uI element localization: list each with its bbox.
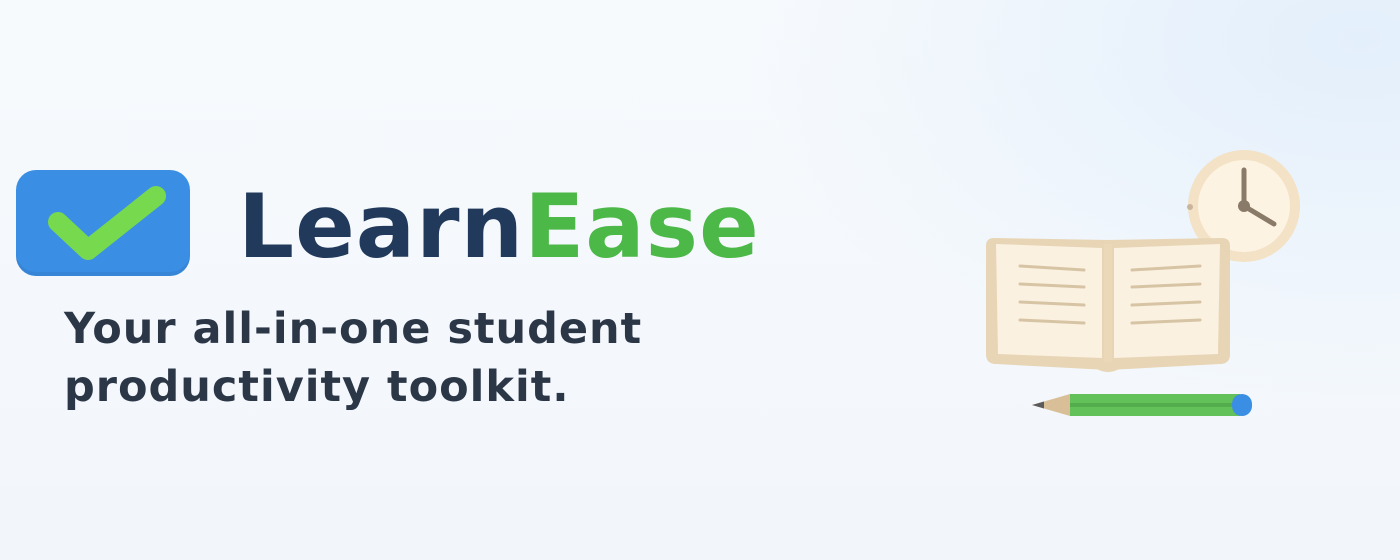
tagline: Your all-in-one student productivity too… — [64, 300, 864, 416]
brand-name: LearnEase — [238, 172, 760, 282]
open-book-icon — [986, 238, 1230, 372]
tagline-line-1: Your all-in-one student — [64, 304, 643, 354]
brand-name-learn: Learn — [238, 175, 525, 278]
checkmark-icon — [48, 186, 166, 260]
promo-banner: LearnEase Your all-in-one student produc… — [0, 0, 1400, 560]
logo-tile — [16, 170, 190, 276]
tagline-line-2: productivity toolkit. — [64, 362, 570, 412]
pencil-icon — [1032, 394, 1252, 416]
brand-name-ease: Ease — [524, 175, 760, 278]
study-illustration — [986, 150, 1300, 416]
